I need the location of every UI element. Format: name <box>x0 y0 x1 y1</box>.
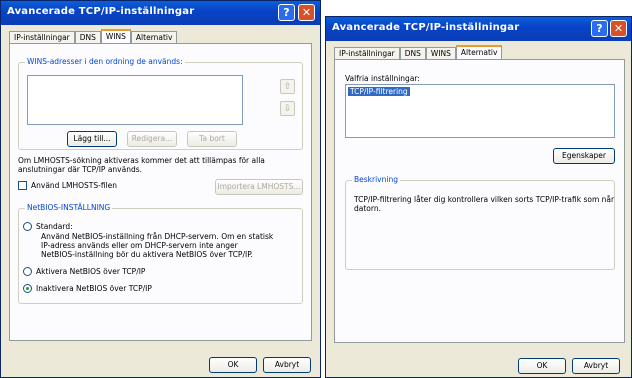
properties-button[interactable]: Egenskaper <box>553 148 615 164</box>
lmhosts-checkbox[interactable] <box>18 181 27 190</box>
wins-group-label: WINS-adresser i den ordning de används: <box>25 57 185 66</box>
radio-disable-netbios[interactable] <box>23 284 32 293</box>
close-button[interactable]: ✕ <box>610 20 627 37</box>
move-up-arrow-icon[interactable]: ⇧ <box>280 79 295 94</box>
lmhosts-info-text: Om LMHOSTS-sökning aktiveras kommer det … <box>18 156 265 174</box>
radio-enable-netbios[interactable] <box>23 267 32 276</box>
cancel-button[interactable]: Avbryt <box>263 357 311 373</box>
window-title: Avancerade TCP/IP-inställningar <box>332 22 520 33</box>
lmhosts-checkbox-label[interactable]: Använd LMHOSTS-filen <box>31 181 117 190</box>
standard-desc-line-3: NetBIOS-inställning bör du aktivera NetB… <box>41 250 253 259</box>
remove-button[interactable]: Ta bort <box>187 131 237 147</box>
description-group: Beskrivning TCP/IP-filtrering låter dig … <box>345 175 615 270</box>
add-button[interactable]: Lägg till... <box>67 131 117 147</box>
standard-desc-line-1: Använd NetBIOS-inställning från DHCP-ser… <box>41 232 274 241</box>
radio-disable-netbios-label[interactable]: Inaktivera NetBIOS över TCP/IP <box>36 284 152 293</box>
radio-standard-label[interactable]: Standard: <box>36 222 73 231</box>
help-button[interactable]: ? <box>278 4 295 21</box>
description-line-1: TCP/IP-filtrering låter dig kontrollera … <box>354 195 615 204</box>
wins-address-list[interactable] <box>27 75 243 125</box>
import-lmhosts-button[interactable]: Importera LMHOSTS... <box>215 179 303 195</box>
tab-panel-options: Valfria inställningar: TCP/IP-filtrering… <box>334 59 625 343</box>
title-bar[interactable]: Avancerade TCP/IP-inställningar ? ✕ <box>326 17 631 41</box>
wins-address-group: WINS-adresser i den ordning de används: … <box>18 57 303 150</box>
move-down-arrow-icon[interactable]: ⇩ <box>280 101 295 116</box>
close-button[interactable]: ✕ <box>298 4 315 21</box>
tab-strip: IP-inställningar DNS WINS Alternativ <box>9 29 178 44</box>
window-title: Avancerade TCP/IP-inställningar <box>7 6 195 17</box>
description-group-label: Beskrivning <box>352 175 400 184</box>
tab-wins[interactable]: WINS <box>100 29 131 43</box>
radio-enable-netbios-label[interactable]: Aktivera NetBIOS över TCP/IP <box>36 267 145 276</box>
edit-button[interactable]: Redigera... <box>127 131 177 147</box>
cancel-button[interactable]: Avbryt <box>572 358 620 374</box>
optional-settings-list[interactable]: TCP/IP-filtrering <box>345 84 615 138</box>
radio-standard[interactable] <box>23 222 32 231</box>
advanced-tcpip-dialog-wins: Avancerade TCP/IP-inställningar ? ✕ IP-i… <box>0 0 321 378</box>
tab-options[interactable]: Alternativ <box>455 45 503 59</box>
description-line-2: datorn. <box>354 204 381 213</box>
list-item[interactable]: TCP/IP-filtrering <box>348 87 410 96</box>
title-bar[interactable]: Avancerade TCP/IP-inställningar ? ✕ <box>1 1 320 25</box>
advanced-tcpip-dialog-options: Avancerade TCP/IP-inställningar ? ✕ IP-i… <box>325 16 632 378</box>
help-button[interactable]: ? <box>591 20 608 37</box>
tab-panel-wins: WINS-adresser i den ordning de används: … <box>9 43 312 341</box>
ok-button[interactable]: OK <box>209 357 257 373</box>
netbios-group: NetBIOS-INSTÄLLNING Standard: Använd Net… <box>18 203 303 304</box>
optional-settings-label: Valfria inställningar: <box>345 74 420 83</box>
tab-strip: IP-inställningar DNS WINS Alternativ <box>334 45 503 60</box>
standard-desc-line-2: IP-adress används eller om DHCP-servern … <box>41 241 238 250</box>
netbios-group-label: NetBIOS-INSTÄLLNING <box>25 203 113 212</box>
ok-button[interactable]: OK <box>518 358 566 374</box>
